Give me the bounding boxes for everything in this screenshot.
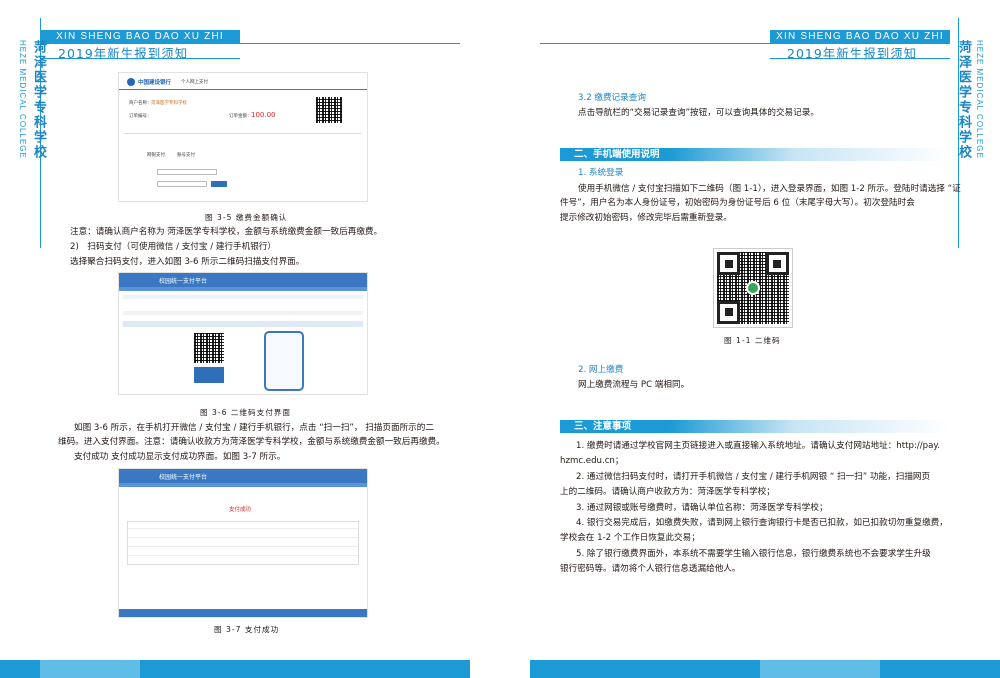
- qr-hint-box: [194, 367, 224, 383]
- item-scan-pay: 2) 扫码支付（可使用微信 / 支付宝 / 建行手机银行）: [70, 242, 277, 252]
- side-label-cn: 菏泽医学专科学校: [31, 40, 46, 160]
- note-2-line1: 2. 通过微信扫码支付时，请打开手机微信 / 支付宝 / 建行手机网银 “ 扫一…: [576, 472, 931, 482]
- section-mobile-title: 二、手机端使用说明: [574, 149, 660, 160]
- footer-bar: [119, 609, 367, 617]
- pay-qr-code: [194, 333, 224, 363]
- title-underline-right: [770, 58, 950, 59]
- section-3-2-title: 3.2 缴费记录查询: [578, 93, 646, 103]
- qr-finder-bl: [717, 300, 741, 324]
- title-underline-left: [40, 58, 240, 59]
- page-title-left: 2019年新生报到须知: [58, 46, 189, 61]
- qr-code: [316, 97, 342, 123]
- result-table: [127, 521, 359, 565]
- amount-label: 订单金额：: [229, 114, 252, 119]
- side-label-en: HEZE MEDICAL COLLEGE: [18, 40, 27, 159]
- figure-qr-pay: 校园统一支付平台: [118, 272, 368, 395]
- footer-accent-right: [760, 660, 880, 678]
- merchant-label: 商户名称：: [129, 101, 152, 106]
- side-label-right: 菏泽医学专科学校 HEZE MEDICAL COLLEGE: [954, 40, 984, 160]
- bank-name: 中国建设银行: [138, 80, 172, 86]
- caption-fig-3-7: 图 3-7 支付成功: [214, 625, 280, 634]
- caption-fig-3-6: 图 3-6 二维码支付界面: [200, 408, 291, 417]
- login-line2: 件号”，用户名为本人身份证号，初始密码为身份证号后 6 位（末尾字母大写）。初次…: [560, 198, 915, 208]
- note-2-line2: 上的二维码。请确认商户收款方为：菏泽医学专科学校；: [560, 487, 775, 497]
- header-banner-left: XIN SHENG BAO DAO XU ZHI: [40, 30, 240, 43]
- note-3: 3. 通过网银或账号缴费时，请确认单位名称：菏泽医学专科学校；: [576, 503, 828, 513]
- footer-accent-mid: [470, 660, 530, 678]
- caption-fig-3-5: 图 3-5 缴费金额确认: [205, 213, 288, 222]
- bank-divider: [119, 89, 367, 90]
- nav-strip: [119, 483, 367, 487]
- footer-accent-left: [40, 660, 140, 678]
- tab-account-pay[interactable]: 账号支付: [177, 152, 195, 158]
- side-label-cn: 菏泽医学专科学校: [956, 40, 971, 160]
- login-line1: 使用手机微信 / 支付宝扫描如下二维码（图 1-1），进入登录界面，如图 1-2…: [578, 184, 961, 194]
- info-divider: [124, 133, 362, 134]
- phone-mockup: [264, 331, 304, 391]
- method-row: [123, 321, 363, 327]
- college-logo-icon: [746, 281, 760, 295]
- success-title: 支付成功: [229, 507, 252, 513]
- item-scan-pay-desc: 选择聚合扫码支付，进入如图 3-6 所示二维码扫描支付界面。: [70, 257, 305, 267]
- tab-netbank[interactable]: 网银支付: [147, 152, 165, 158]
- note-1-line1: 1. 缴费时请通过学校官网主页链接进入或直接输入系统地址。请确认支付网站地址：h…: [576, 441, 940, 451]
- footer-band: [0, 660, 1000, 678]
- info-row: [123, 295, 363, 299]
- section-notes: 三、注意事项: [560, 420, 950, 433]
- section-mobile: 二、手机端使用说明: [560, 148, 950, 161]
- qr-finder-tl: [717, 252, 741, 276]
- section-notes-title: 三、注意事项: [574, 421, 632, 432]
- merchant-value: 菏泽医学专科学校: [151, 101, 187, 106]
- note-4-line2: 学校会在 1-2 个工作日恢复此交易；: [560, 533, 700, 543]
- section-3-2-text: 点击导航栏的“交易记录查询”按钮，可以查询具体的交易记录。: [578, 108, 819, 118]
- login-button[interactable]: [211, 181, 227, 187]
- form-input[interactable]: [157, 169, 217, 175]
- side-label-left: HEZE MEDICAL COLLEGE 菏泽医学专科学校: [18, 40, 48, 160]
- header-banner-right: XIN SHENG BAO DAO XU ZHI: [770, 30, 950, 43]
- note-4-line1: 4. 银行交易完成后，如缴费失败，请到网上银行查询银行卡是否已扣款，如已扣款切勿…: [576, 518, 948, 528]
- note-5-line1: 5. 除了银行缴费界面外，本系统不需要学生输入银行信息，银行缴费系统也不会要求学…: [576, 549, 931, 559]
- login-line3: 提示修改初始密码，修改完毕后需重新登录。: [560, 213, 732, 223]
- amount-value: 100.00: [251, 111, 276, 119]
- para-scan-line1: 如图 3-6 所示，在手机打开微信 / 支付宝 / 建行手机银行，点击 “扫一扫…: [74, 423, 434, 433]
- para-scan-line2: 维码。进入支付界面。注意：请确认收款方为菏泽医学专科学校，金额与系统缴费金额一致…: [58, 437, 445, 447]
- note-1-line2: hzmc.edu.cn；: [560, 456, 624, 466]
- online-pay-title: 2. 网上缴费: [578, 365, 624, 375]
- login-qr-code: [713, 248, 793, 328]
- order-label: 订单编号：: [129, 114, 152, 119]
- platform-title: 校园统一支付平台: [159, 278, 208, 285]
- caption-qr: 图 1-1 二维码: [724, 336, 781, 345]
- login-title: 1. 系统登录: [578, 168, 624, 178]
- password-input[interactable]: [157, 181, 207, 187]
- platform-header: [119, 273, 367, 287]
- bank-subtitle: 个人网上支付: [181, 80, 208, 85]
- nav-strip: [119, 287, 367, 291]
- note-5-line2: 银行密码等。请勿将个人银行信息透漏给他人。: [560, 564, 741, 574]
- qr-finder-tr: [765, 252, 789, 276]
- figure-pay-success: 校园统一支付平台 支付成功: [118, 468, 368, 618]
- page-title-right: 2019年新生报到须知: [787, 46, 918, 61]
- bank-logo-icon: [127, 78, 135, 86]
- online-pay-text: 网上缴费流程与 PC 端相同。: [578, 380, 690, 390]
- para-success: 支付成功 支付成功显示支付成功界面。如图 3-7 所示。: [74, 452, 286, 462]
- pay-row: [123, 311, 363, 315]
- figure-bank-confirm: 中国建设银行 个人网上支付 商户名称： 菏泽医学专科学校 订单编号： 订单金额：…: [118, 72, 368, 202]
- side-label-en: HEZE MEDICAL COLLEGE: [975, 40, 984, 159]
- platform-header: [119, 469, 367, 483]
- note-merchant: 注意：请确认商户名称为 菏泽医学专科学校，金额与系统缴费金额一致后再缴费。: [70, 227, 383, 237]
- platform-title: 校园统一支付平台: [159, 474, 208, 481]
